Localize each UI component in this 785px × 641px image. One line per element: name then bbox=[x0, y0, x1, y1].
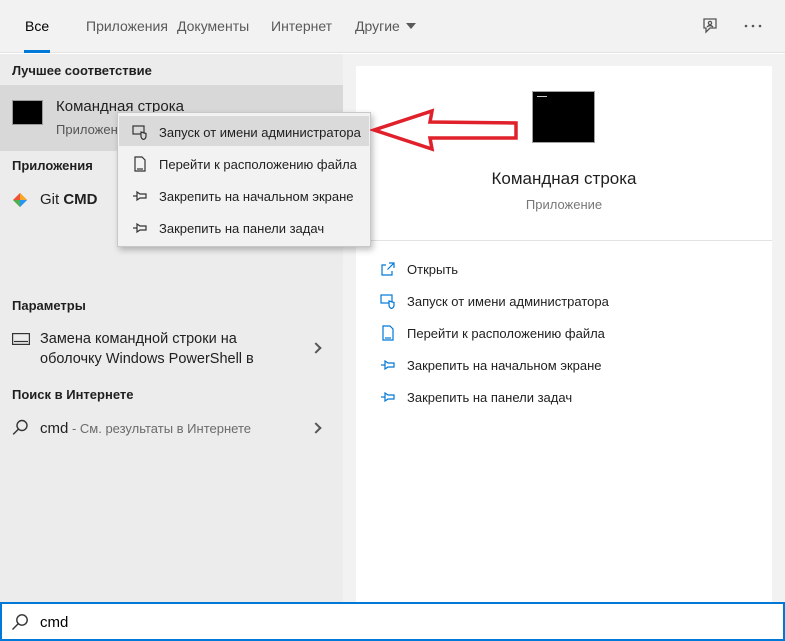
shield-icon bbox=[132, 125, 147, 140]
feedback-icon[interactable] bbox=[700, 16, 722, 36]
open-icon bbox=[381, 262, 395, 276]
file-location-icon bbox=[382, 325, 394, 341]
settings-heading: Параметры bbox=[12, 298, 86, 313]
tab-other[interactable]: Другие bbox=[355, 18, 416, 53]
app-name-match: CMD bbox=[63, 191, 98, 208]
shield-icon bbox=[380, 294, 395, 309]
preview-divider bbox=[356, 240, 772, 241]
context-pin-taskbar-label: Закрепить на панели задач bbox=[159, 221, 325, 236]
web-result-cmd[interactable]: cmd - См. результаты в Интернете bbox=[0, 412, 343, 444]
settings-result-powershell[interactable]: Замена командной строки на оболочку Wind… bbox=[0, 324, 343, 374]
tab-documents[interactable]: Документы bbox=[177, 18, 249, 53]
app-name: Git bbox=[40, 191, 64, 208]
chevron-right-icon bbox=[310, 342, 322, 354]
action-open-file-location-label: Перейти к расположению файла bbox=[407, 326, 605, 341]
action-open-label: Открыть bbox=[407, 262, 459, 277]
context-pin-taskbar[interactable]: Закрепить на панели задач bbox=[119, 212, 369, 242]
tab-internet[interactable]: Интернет bbox=[271, 18, 332, 53]
apps-heading: Приложения bbox=[12, 158, 93, 173]
web-query: cmd bbox=[40, 420, 69, 437]
settings-screen-icon bbox=[12, 333, 30, 345]
git-icon bbox=[13, 193, 27, 207]
web-hint: - См. результаты в Интернете bbox=[68, 421, 251, 436]
red-arrow-annotation bbox=[370, 108, 518, 152]
context-run-as-admin-label: Запуск от имени администратора bbox=[159, 125, 361, 140]
search-box[interactable]: cmd bbox=[0, 602, 785, 641]
pin-icon bbox=[133, 222, 147, 234]
context-open-file-location[interactable]: Перейти к расположению файла bbox=[119, 148, 369, 178]
search-icon bbox=[12, 614, 28, 630]
command-prompt-icon bbox=[12, 100, 43, 125]
context-pin-start[interactable]: Закрепить на начальном экране bbox=[119, 180, 369, 210]
preview-title: Командная строка bbox=[491, 169, 637, 188]
search-scope-tabs: Все Приложения Документы Интернет Другие bbox=[0, 0, 785, 53]
chevron-right-icon bbox=[310, 422, 322, 434]
file-location-icon bbox=[134, 156, 146, 172]
preview-subtitle: Приложение bbox=[525, 197, 603, 212]
search-icon bbox=[12, 419, 28, 435]
pin-icon bbox=[381, 391, 395, 403]
context-pin-start-label: Закрепить на начальном экране bbox=[159, 189, 354, 204]
web-search-heading: Поиск в Интернете bbox=[12, 387, 134, 402]
command-prompt-large-icon bbox=[532, 91, 595, 143]
pin-icon bbox=[381, 359, 395, 371]
tab-all[interactable]: Все bbox=[23, 18, 51, 53]
search-input[interactable]: cmd bbox=[40, 614, 68, 631]
context-run-as-admin[interactable]: Запуск от имени администратора bbox=[119, 116, 369, 146]
context-open-file-location-label: Перейти к расположению файла bbox=[159, 157, 357, 172]
action-pin-taskbar-label: Закрепить на панели задач bbox=[407, 390, 573, 405]
settings-result-line1: Замена командной строки на bbox=[40, 331, 237, 347]
tab-apps[interactable]: Приложения bbox=[86, 18, 168, 53]
settings-result-line2: оболочку Windows PowerShell в bbox=[40, 351, 254, 367]
more-options-icon[interactable] bbox=[742, 16, 764, 36]
best-match-heading: Лучшее соответствие bbox=[12, 63, 152, 78]
action-run-as-admin-label: Запуск от имени администратора bbox=[407, 294, 609, 309]
action-pin-start-label: Закрепить на начальном экране bbox=[407, 358, 602, 373]
pin-icon bbox=[133, 190, 147, 202]
context-menu: Запуск от имени администратора Перейти к… bbox=[117, 112, 371, 247]
chevron-down-icon bbox=[405, 23, 416, 29]
